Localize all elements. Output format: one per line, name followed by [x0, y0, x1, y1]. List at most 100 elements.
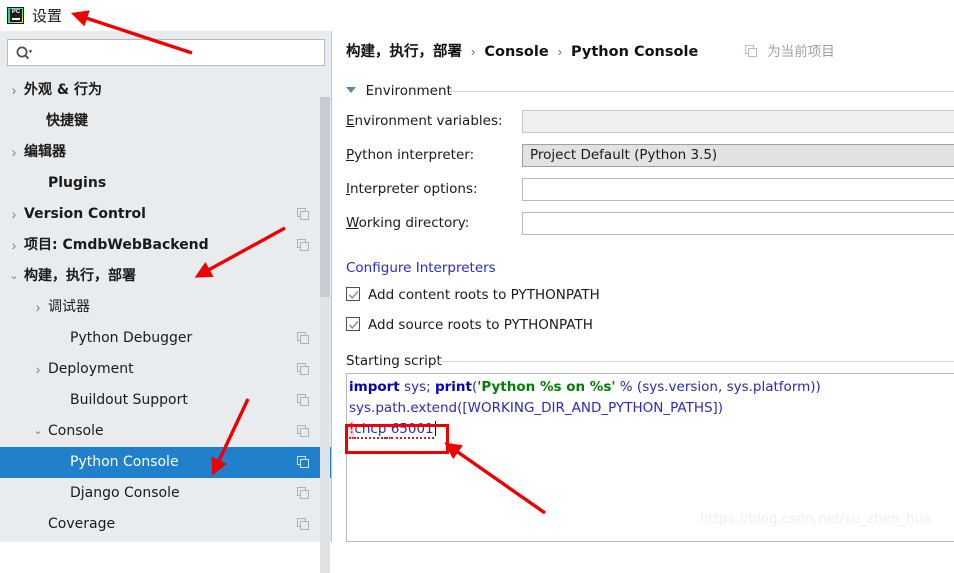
search-box[interactable]	[7, 39, 325, 67]
field-label: Interpreter options:	[346, 181, 478, 197]
field-row: Interpreter options:	[346, 176, 954, 202]
chcp-highlight-box	[345, 424, 449, 454]
environment-section-header[interactable]: Environment	[346, 82, 954, 100]
breadcrumb-separator: ›	[557, 44, 563, 59]
sidebar-item-[interactable]: › 调试器	[0, 292, 332, 323]
code-token: 'Python %s on %s'	[477, 379, 616, 395]
code-line[interactable]: sys.path.extend([WORKING_DIR_AND_PYTHON_…	[349, 398, 723, 419]
checkbox[interactable]	[346, 317, 360, 331]
copy-icon	[297, 208, 310, 221]
sidebar-item-label: 编辑器	[24, 144, 66, 160]
copy-icon	[297, 487, 310, 500]
configure-interpreters-row[interactable]: Configure Interpreters	[346, 258, 496, 278]
starting-script-section-header: Starting script	[346, 352, 954, 370]
sidebar-scrollbar-thumb[interactable]	[320, 97, 330, 297]
sidebar-item-buildout-support[interactable]: Buildout Support	[0, 385, 332, 416]
sidebar-item-[interactable]: › 编辑器	[0, 137, 332, 168]
field-input[interactable]	[522, 178, 954, 201]
sidebar-item-label: 项目: CmdbWebBackend	[24, 237, 209, 253]
copy-icon	[297, 239, 310, 252]
sidebar-item-[interactable]: 快捷键	[0, 106, 332, 137]
field-input[interactable]	[522, 110, 954, 133]
sidebar-item-[interactable]: ⌄ 构建，执行，部署	[0, 261, 332, 292]
sidebar-item-coverage[interactable]: Coverage	[0, 509, 332, 540]
sidebar-item-console[interactable]: ⌄ Console	[0, 416, 332, 447]
sidebar-item-label: Django Console	[70, 485, 180, 501]
search-input[interactable]	[38, 40, 322, 67]
field-input[interactable]: Project Default (Python 3.5)	[522, 144, 954, 167]
copy-icon	[297, 394, 310, 407]
watermark: https://blog.csdn.net/su_zhen_hua	[700, 511, 932, 527]
for-current-project-text: 为当前项目	[767, 44, 835, 60]
code-token: sys;	[399, 379, 435, 395]
sidebar-item-label: Version Control	[24, 206, 146, 222]
chevron-right-icon[interactable]: ›	[7, 75, 21, 106]
chevron-right-icon[interactable]: ›	[7, 230, 21, 261]
sidebar-item-label: Console	[48, 423, 104, 439]
sidebar-item-[interactable]: › 外观 & 行为	[0, 75, 332, 106]
for-current-project-label: 为当前项目	[745, 41, 835, 63]
settings-tree: › 外观 & 行为 快捷键 › 编辑器 Plugins › Version Control › 项…	[0, 75, 332, 540]
sidebar-item-label: 构建，执行，部署	[24, 268, 136, 284]
mnemonic-letter: W	[346, 215, 359, 231]
sidebar-item-label: Coverage	[48, 516, 116, 532]
sidebar-item-label: Python Debugger	[70, 330, 193, 346]
search-icon	[15, 45, 33, 61]
title-bar: PC 设置	[0, 0, 954, 31]
sidebar-item-deployment[interactable]: › Deployment	[0, 354, 332, 385]
starting-script-title: Starting script	[346, 353, 442, 369]
window-title: 设置	[32, 7, 63, 25]
sidebar-item-label: 调试器	[48, 299, 90, 315]
code-token: print	[434, 379, 472, 395]
chevron-down-icon[interactable]: ⌄	[7, 261, 21, 292]
field-row: Environment variables:	[346, 108, 954, 134]
sidebar-item-django-console[interactable]: Django Console	[0, 478, 332, 509]
chevron-right-icon[interactable]: ›	[31, 354, 45, 385]
copy-icon	[297, 363, 310, 376]
breadcrumb: 构建，执行，部署 › Console › Python Console	[346, 40, 698, 64]
sidebar-item-python-debugger[interactable]: Python Debugger	[0, 323, 332, 354]
pycharm-logo-icon: PC	[7, 7, 24, 24]
settings-sidebar: › 外观 & 行为 快捷键 › 编辑器 Plugins › Version Control › 项…	[0, 31, 332, 573]
mnemonic-letter: P	[346, 147, 355, 163]
sidebar-item-label: 外观 & 行为	[24, 82, 102, 98]
checkbox[interactable]	[346, 287, 360, 301]
breadcrumb-segment[interactable]: 构建，执行，部署	[346, 44, 462, 60]
breadcrumb-separator: ›	[471, 44, 476, 59]
field-row: Working directory:	[346, 210, 954, 236]
collapse-triangle-icon[interactable]	[346, 87, 356, 93]
sidebar-item-label: Deployment	[48, 361, 134, 377]
field-input[interactable]	[522, 212, 954, 235]
copy-icon	[297, 456, 310, 469]
checkbox-label: Add content roots to PYTHONPATH	[368, 287, 600, 303]
sidebar-item-label: Plugins	[48, 175, 107, 191]
code-line[interactable]: import sys; print('Python %s on %s' % (s…	[349, 377, 821, 398]
chevron-right-icon[interactable]: ›	[7, 199, 21, 230]
copy-icon	[297, 332, 310, 345]
checkbox-label: Add source roots to PYTHONPATH	[368, 317, 593, 333]
code-token: sys.path.extend	[349, 400, 458, 416]
copy-icon	[297, 425, 310, 438]
code-token: import	[349, 379, 400, 395]
code-token: % (sys.version, sys.platform))	[615, 379, 821, 395]
breadcrumb-segment[interactable]: Python Console	[571, 44, 698, 60]
chevron-down-icon[interactable]: ⌄	[31, 416, 45, 447]
sidebar-item-label: Buildout Support	[70, 392, 188, 408]
mnemonic-letter: I	[346, 181, 350, 197]
field-label: Working directory:	[346, 215, 470, 231]
breadcrumb-segment[interactable]: Console	[484, 44, 548, 60]
sidebar-item-cmdbwebbackend[interactable]: › 项目: CmdbWebBackend	[0, 230, 332, 261]
copy-icon	[297, 518, 310, 531]
configure-interpreters-link[interactable]: Configure Interpreters	[346, 260, 496, 276]
sidebar-item-plugins[interactable]: Plugins	[0, 168, 332, 199]
field-label: Python interpreter:	[346, 147, 475, 163]
chevron-right-icon[interactable]: ›	[7, 137, 21, 168]
environment-section-title: Environment	[365, 83, 452, 99]
sidebar-item-python-console[interactable]: Python Console	[0, 447, 332, 478]
sidebar-item-label: Python Console	[70, 454, 179, 470]
mnemonic-letter: E	[346, 113, 355, 129]
pycharm-logo-text: PC	[11, 9, 21, 15]
sidebar-item-version-control[interactable]: › Version Control	[0, 199, 332, 230]
chevron-right-icon[interactable]: ›	[31, 292, 45, 323]
copy-icon	[745, 45, 758, 58]
